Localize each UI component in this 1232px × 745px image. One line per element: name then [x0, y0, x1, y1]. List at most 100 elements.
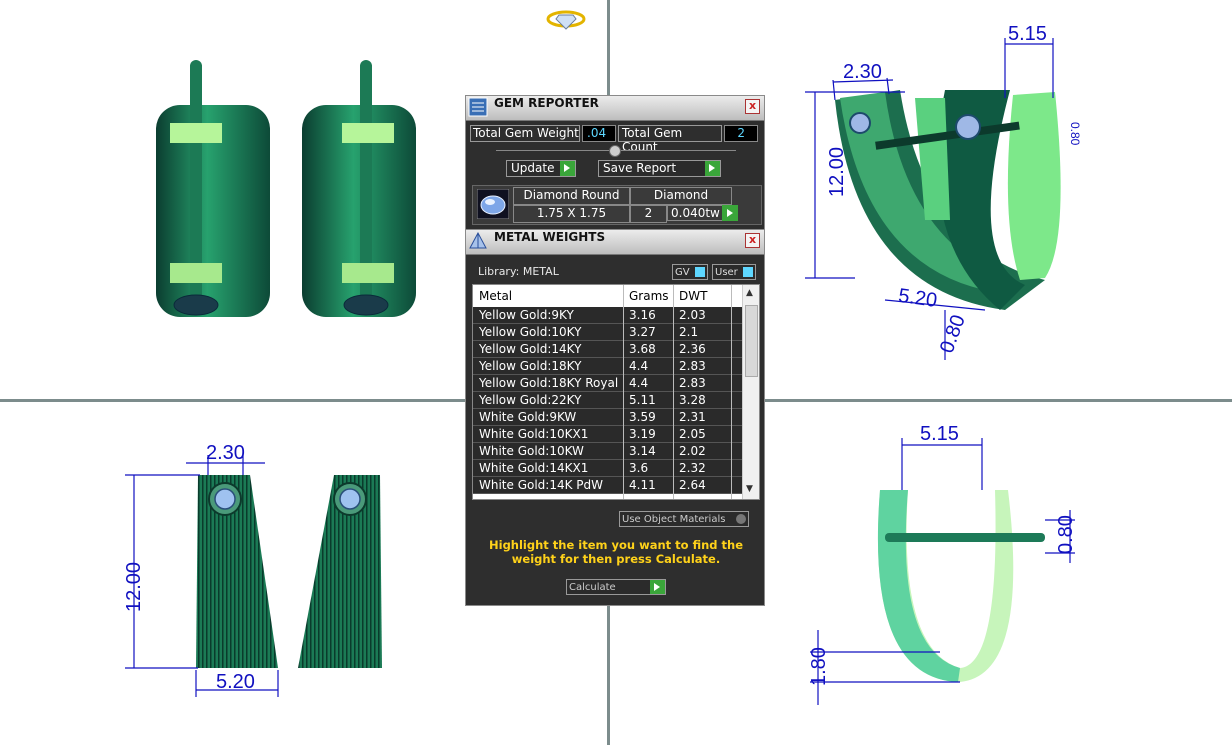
gem-weight-play-button[interactable]: [722, 205, 738, 221]
table-row[interactable]: White Gold:14K PdW 4.11 2.64: [473, 477, 743, 494]
metal-weights-titlebar[interactable]: METAL WEIGHTS x: [466, 230, 764, 255]
cell-grams: 4.11: [629, 478, 656, 492]
cell-dwt: 2.31: [679, 410, 706, 424]
gem-row[interactable]: Diamond Round Diamond 1.75 X 1.75 2 0.04…: [472, 185, 762, 225]
cell-dwt: 2.32: [679, 461, 706, 475]
dim-bottom-right-width: 5.15: [920, 423, 959, 445]
gv-toggle[interactable]: GV: [672, 264, 708, 280]
cell-metal: White Gold:9KW: [479, 410, 577, 424]
gem-2-icon: [955, 114, 981, 140]
cell-dwt: 2.1: [679, 325, 699, 339]
cell-grams: 5.11: [629, 393, 656, 407]
table-scrollbar[interactable]: ▲ ▼: [742, 285, 759, 499]
viewport-bottom-right-model[interactable]: 5.15 0.80 1.80: [790, 420, 1090, 720]
gem-weight: 0.040tw: [667, 205, 730, 221]
viewport-bottom-left-model[interactable]: 12.00 2.30 5.20: [110, 435, 400, 705]
dim-top-right-side: 0.80: [1068, 122, 1082, 146]
calculate-button[interactable]: Calculate: [566, 579, 666, 595]
metal-weights-table[interactable]: Metal Grams DWT Yellow Gold:9KY 3.16 2.03 Y…: [472, 284, 760, 500]
toggle-icon: [736, 514, 746, 524]
gem-shape: Diamond Round: [513, 187, 630, 205]
table-row[interactable]: Yellow Gold:10KY 3.27 2.1: [473, 324, 743, 341]
gem-reporter-titlebar[interactable]: GEM REPORTER x: [466, 96, 764, 121]
gem-1-icon: [849, 112, 871, 134]
cell-grams: 3.6: [629, 461, 649, 475]
total-gem-weight-label: Total Gem Weight: [470, 125, 580, 142]
gem-reporter-title: GEM REPORTER: [494, 96, 599, 110]
table-row[interactable]: White Gold:10KX1 3.19 2.05: [473, 426, 743, 443]
table-row[interactable]: Yellow Gold:9KY 3.16 2.03: [473, 307, 743, 324]
cell-metal: White Gold:10KW: [479, 444, 584, 458]
cell-dwt: 2.05: [679, 427, 706, 441]
cell-grams: 3.16: [629, 308, 656, 322]
viewport-top-right-model[interactable]: 12.00 5.15 2.30 5.20 0.80 0.80: [795, 20, 1095, 375]
column-separator: [731, 285, 732, 499]
save-report-button[interactable]: Save Report: [598, 160, 721, 177]
gem-4-icon: [339, 488, 361, 510]
total-gem-count-field[interactable]: 2: [724, 125, 758, 142]
table-row[interactable]: Yellow Gold:18KY Royal 4.4 2.83: [473, 375, 743, 392]
total-gem-weight-field[interactable]: .04: [582, 125, 616, 142]
report-icon: [468, 97, 488, 117]
dim-top-right-height: 12.00: [826, 147, 848, 197]
cell-dwt: 2.83: [679, 376, 706, 390]
gem-3-icon: [214, 488, 236, 510]
diamond-round-icon: [477, 189, 509, 219]
use-object-materials-toggle[interactable]: Use Object Materials: [619, 511, 749, 527]
table-row[interactable]: Yellow Gold:14KY 3.68 2.36: [473, 341, 743, 358]
user-toggle[interactable]: User: [712, 264, 756, 280]
instruction-text: Highlight the item you want to find the …: [489, 538, 743, 566]
gem-size: 1.75 X 1.75: [513, 205, 630, 223]
dim-top-right-thickness: 0.80: [936, 312, 970, 356]
cell-grams: 3.27: [629, 325, 656, 339]
dim-top-right-width: 5.15: [1008, 23, 1047, 45]
update-button-label: Update: [511, 161, 555, 175]
ring-front-right: [302, 60, 416, 317]
diamond-logo-icon: [546, 10, 586, 30]
ring-front-left: [156, 60, 270, 317]
table-row[interactable]: Yellow Gold:22KY 5.11 3.28: [473, 392, 743, 409]
scroll-down-icon[interactable]: ▼: [746, 484, 753, 494]
dim-top-right-base: 5.20: [897, 285, 939, 312]
cell-metal: Yellow Gold:10KY: [479, 325, 582, 339]
scroll-up-icon[interactable]: ▲: [746, 288, 753, 298]
dim-bottom-right-pin: 0.80: [1055, 515, 1077, 554]
cell-grams: 3.59: [629, 410, 656, 424]
metal-weights-close-button[interactable]: x: [745, 233, 760, 248]
gem-reporter-panel: GEM REPORTER x Total Gem Weight .04 Tota…: [465, 95, 765, 230]
gem-reporter-close-button[interactable]: x: [745, 99, 760, 114]
save-report-button-label: Save Report: [603, 161, 677, 175]
scroll-thumb[interactable]: [745, 305, 758, 377]
cell-metal: White Gold:14K PdW: [479, 478, 604, 492]
dim-bottom-left-base: 5.20: [216, 671, 255, 693]
table-row[interactable]: White Gold:9KW 3.59 2.31: [473, 409, 743, 426]
cell-dwt: 2.36: [679, 342, 706, 356]
update-button[interactable]: Update: [506, 160, 576, 177]
toggle-icon: [695, 267, 705, 277]
use-object-materials-label: Use Object Materials: [622, 514, 726, 525]
table-header: Metal Grams DWT: [473, 285, 743, 307]
viewport-top-left-model[interactable]: [150, 55, 420, 325]
calculate-button-label: Calculate: [569, 582, 616, 593]
col-metal-header[interactable]: Metal: [479, 289, 512, 303]
col-dwt-header[interactable]: DWT: [679, 289, 707, 303]
cell-metal: White Gold:14KX1: [479, 461, 589, 475]
table-row[interactable]: Yellow Gold:18KY 4.4 2.83: [473, 358, 743, 375]
gem-count: 2: [630, 205, 667, 223]
cell-grams: 3.19: [629, 427, 656, 441]
column-separator: [623, 285, 624, 499]
table-row[interactable]: White Gold:14KX1 3.6 2.32: [473, 460, 743, 477]
metal-weights-panel: METAL WEIGHTS x Library: METAL GV User M…: [465, 229, 765, 606]
play-icon: [560, 161, 575, 176]
col-grams-header[interactable]: Grams: [629, 289, 669, 303]
gem-type: Diamond: [630, 187, 732, 205]
table-row[interactable]: White Gold:10KW 3.14 2.02: [473, 443, 743, 460]
cell-dwt: 3.28: [679, 393, 706, 407]
cell-metal: Yellow Gold:22KY: [479, 393, 582, 407]
splitter-handle[interactable]: [609, 145, 621, 157]
column-separator: [673, 285, 674, 499]
cell-dwt: 2.02: [679, 444, 706, 458]
user-toggle-label: User: [715, 267, 738, 278]
metal-weights-title: METAL WEIGHTS: [494, 230, 606, 244]
total-gem-count-label: Total Gem Count: [618, 125, 722, 154]
